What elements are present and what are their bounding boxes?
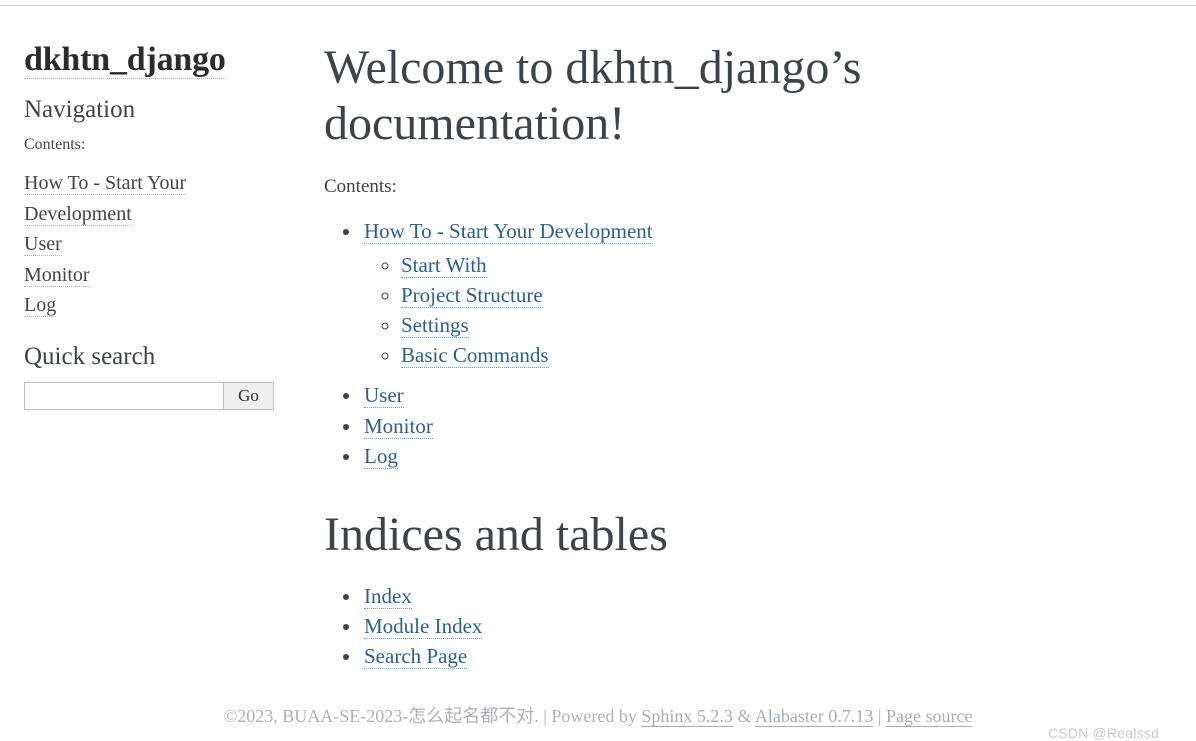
footer-sphinx-link[interactable]: Sphinx 5.2.3 [641,706,733,727]
list-item: Project Structure [401,280,1164,310]
footer-alabaster-link[interactable]: Alabaster 0.7.13 [754,706,874,727]
toc-sublist-how-to: Start With Project Structure Settings Ba… [364,250,1164,370]
footer-ampersand: & [737,706,752,726]
quick-search-heading: Quick search [24,343,156,371]
sidebar-item-user[interactable]: User [24,233,62,257]
sidebar-nav-list: How To - Start Your Development User Mon… [24,168,282,321]
list-item: Log [24,290,282,321]
list-item: How To - Start Your Development [24,168,282,229]
indices-link-index[interactable]: Index [364,583,412,609]
toc-link-settings[interactable]: Settings [401,313,469,339]
search-go-button[interactable]: Go [223,381,274,410]
toc-link-basic-commands[interactable]: Basic Commands [401,343,549,369]
footer-page-source-link[interactable]: Page source [885,706,973,727]
csdn-watermark: CSDN @Realssd [1048,725,1159,741]
footer-powered-by-label: Powered by [551,706,637,726]
toc-list: How To - Start Your Development Start Wi… [324,216,1164,471]
list-item: How To - Start Your Development Start Wi… [362,216,1164,370]
quick-search-section: Quick search Go [24,343,282,410]
main-contents-label: Contents: [324,176,397,198]
sidebar-item-log[interactable]: Log [24,294,57,318]
list-item: Monitor [24,260,282,291]
indices-list: Index Module Index Search Page [324,581,1164,672]
toc-link-start-with[interactable]: Start With [401,253,487,279]
page-footer: ©2023, BUAA-SE-2023-怎么起名都不对. | Powered b… [0,706,1196,728]
footer-copyright: ©2023, BUAA-SE-2023-怎么起名都不对. [223,706,539,726]
toc-link-user[interactable]: User [364,383,404,409]
toc-link-monitor[interactable]: Monitor [364,413,433,439]
search-form: Go [24,381,274,410]
toc-link-how-to[interactable]: How To - Start Your Development [364,219,653,245]
sidebar-item-how-to[interactable]: How To - Start Your Development [24,172,187,226]
sidebar-project-title: dkhtn_django [24,40,282,80]
list-item: Index [362,581,1164,611]
sidebar-item-monitor[interactable]: Monitor [24,263,90,287]
list-item: Module Index [362,611,1164,641]
footer-separator-1: | [543,706,547,726]
list-item: Basic Commands [401,340,1164,370]
list-item: Log [362,441,1164,471]
toc-link-log[interactable]: Log [364,443,398,469]
indices-link-search-page[interactable]: Search Page [364,644,468,670]
footer-separator-2: | [877,706,882,726]
list-item: Monitor [362,411,1164,441]
list-item: Search Page [362,641,1164,671]
sidebar-navigation-heading: Navigation [24,96,136,124]
indices-link-module-index[interactable]: Module Index [364,613,483,639]
toc-link-project-structure[interactable]: Project Structure [401,283,543,309]
documentation-page: dkhtn_django Navigation Contents: How To… [0,6,1196,741]
sidebar: dkhtn_django Navigation Contents: How To… [24,40,282,410]
list-item: Start With [401,250,1164,280]
list-item: User [24,229,282,260]
sidebar-project-title-link[interactable]: dkhtn_django [24,41,226,79]
search-input[interactable] [24,381,223,410]
page-title: Welcome to dkhtn_django’s documentation! [324,41,862,150]
indices-and-tables-heading: Indices and tables [324,508,668,562]
sidebar-contents-label: Contents: [24,135,86,153]
list-item: User [362,380,1164,410]
list-item: Settings [401,310,1164,340]
main-content: Welcome to dkhtn_django’s documentation!… [324,40,1164,671]
